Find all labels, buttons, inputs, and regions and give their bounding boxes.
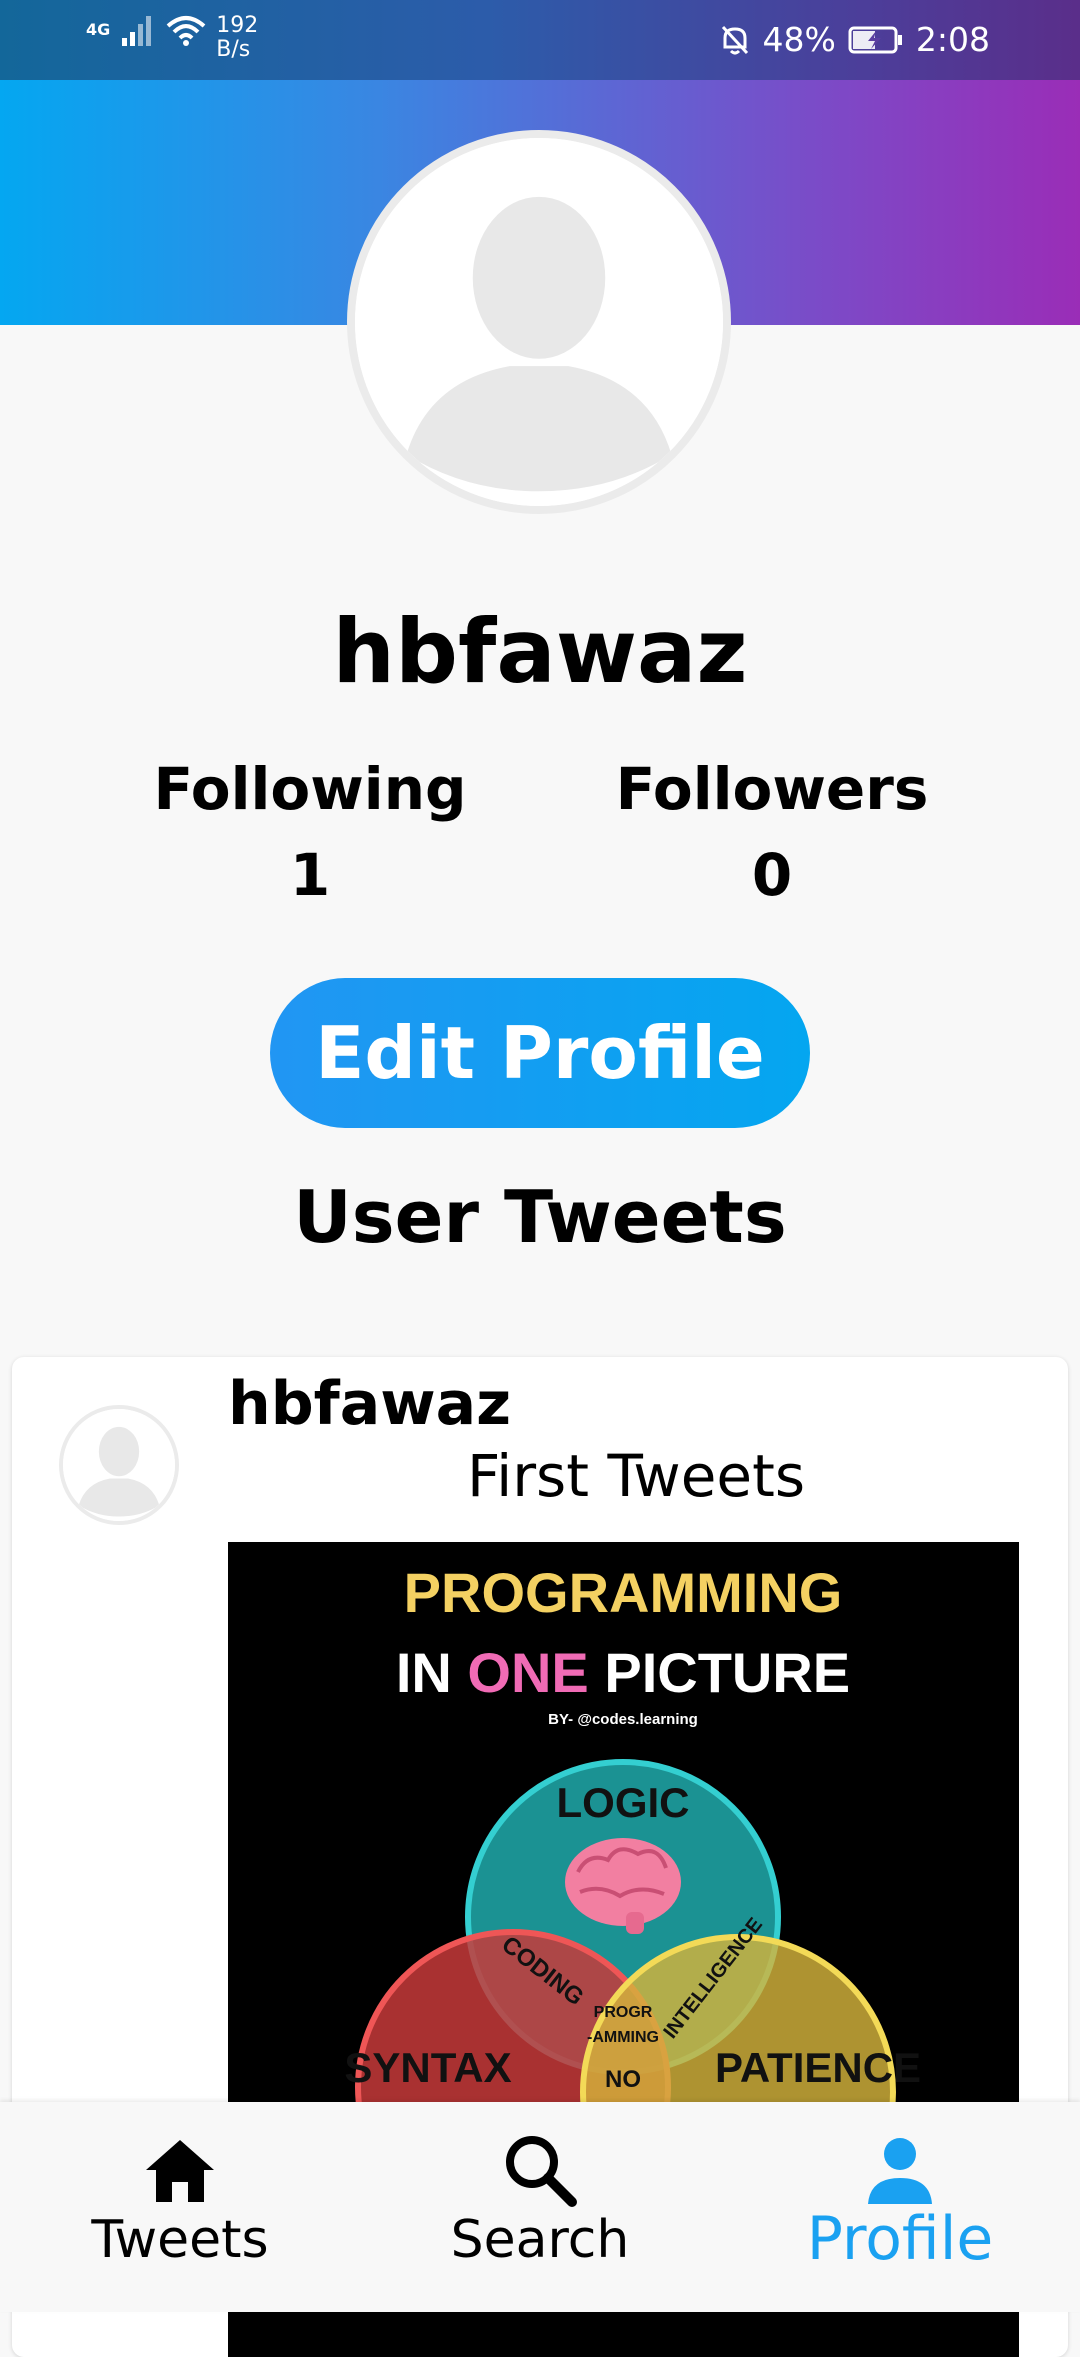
image-title-line2-c: PICTURE [589, 1641, 850, 1704]
user-placeholder-icon [355, 138, 723, 506]
nav-item-search[interactable]: Search [360, 2102, 720, 2312]
home-icon [146, 2140, 214, 2202]
speed-value: 192 [216, 13, 259, 38]
wifi-icon [166, 16, 206, 46]
signal-icon [122, 16, 152, 46]
venn-label-patience: PATIENCE [715, 2044, 921, 2091]
image-title-line2-b: ONE [467, 1641, 588, 1704]
image-byline: BY- @codes.learning [548, 1711, 698, 1728]
status-bar: 4G 192 B/s 48% 2:08 [0, 0, 1080, 80]
user-placeholder-icon [63, 1409, 175, 1521]
followers-label: Followers [615, 755, 929, 823]
bell-off-icon [721, 25, 748, 54]
image-title-line1: PROGRAMMING [404, 1561, 843, 1624]
venn-center-line2: -AMMING [587, 2029, 659, 2046]
status-right: 48% 2:08 [719, 20, 990, 59]
network-type: 4G [86, 20, 111, 39]
nav-item-tweets[interactable]: Tweets [0, 2102, 360, 2312]
nav-label-search: Search [450, 2210, 630, 2270]
profile-username: hbfawaz [332, 600, 748, 703]
nav-label-tweets: Tweets [91, 2210, 269, 2270]
tweet-text: First Tweets [466, 1442, 806, 1510]
speed-unit: B/s [216, 37, 251, 62]
following-count: 1 [289, 841, 331, 909]
status-left: 4G 192 B/s [86, 14, 258, 62]
user-tweets-heading: User Tweets [293, 1175, 787, 1259]
venn-label-no: NO [605, 2066, 641, 2093]
bottom-navigation: Tweets Search Profile [0, 2102, 1080, 2312]
image-title-line2: IN ONE PICTURE [396, 1641, 850, 1704]
clock: 2:08 [915, 20, 990, 59]
search-icon [506, 2136, 577, 2207]
nav-item-profile[interactable]: Profile [720, 2102, 1080, 2312]
following-stat[interactable]: Following 1 [140, 755, 480, 909]
tweet-avatar[interactable] [59, 1405, 179, 1525]
venn-label-syntax: SYNTAX [344, 2044, 511, 2091]
followers-stat[interactable]: Followers 0 [602, 755, 942, 909]
image-title-line2-a: IN [396, 1641, 468, 1704]
tweet-username[interactable]: hbfawaz [228, 1369, 511, 1439]
venn-label-logic: LOGIC [557, 1779, 690, 1826]
network-speed: 192 B/s [216, 14, 258, 62]
battery-icon [848, 26, 902, 53]
followers-count: 0 [751, 841, 793, 909]
following-label: Following [153, 755, 467, 823]
battery-percent: 48% [762, 20, 836, 59]
profile-avatar[interactable] [347, 130, 731, 514]
person-icon [868, 2138, 932, 2204]
venn-center-line1: PROGR [594, 2004, 653, 2021]
nav-label-profile: Profile [806, 2204, 994, 2274]
edit-profile-button[interactable]: Edit Profile [270, 978, 810, 1128]
